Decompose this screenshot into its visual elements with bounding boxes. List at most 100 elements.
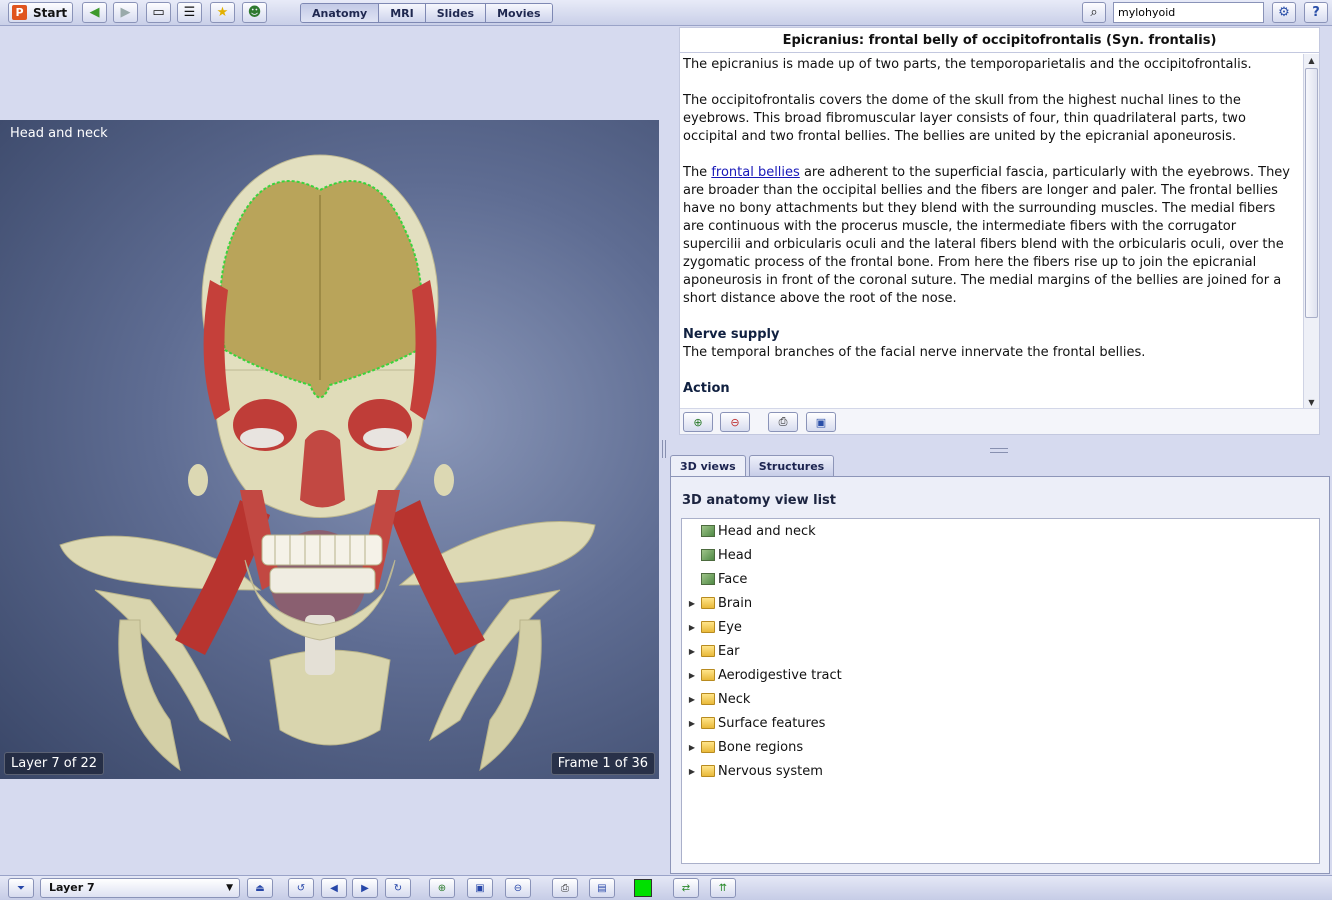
structure-description: The epicranius is made up of two parts, … [680, 54, 1304, 410]
arrow-right-icon: ▶ [361, 882, 369, 894]
list-item-label: Ear [718, 643, 740, 659]
search-button[interactable]: ⌕ [1082, 2, 1106, 23]
folder-icon [701, 645, 715, 657]
frontal-bellies-link[interactable]: frontal bellies [711, 165, 800, 180]
start-button[interactable]: P Start [8, 2, 73, 23]
layers-icon: ⏷ [17, 882, 25, 894]
scroll-up-icon[interactable]: ▲ [1304, 54, 1319, 68]
panel-tabs: 3D views Structures [670, 455, 835, 477]
fit-icon: ▣ [475, 882, 485, 894]
start-label: Start [33, 5, 68, 20]
action-heading: Action [683, 381, 730, 396]
previous-frame-button[interactable]: ◀ [321, 878, 347, 898]
tab-anatomy[interactable]: Anatomy [301, 4, 380, 22]
nerve-supply-text: The temporal branches of the facial nerv… [683, 345, 1146, 360]
swap-button[interactable]: ⇄ [673, 878, 699, 898]
tab-structures[interactable]: Structures [748, 455, 835, 476]
folder-icon [701, 693, 715, 705]
vertical-splitter-handle[interactable] [662, 440, 666, 458]
save-button[interactable]: ▤ [589, 878, 615, 898]
list-item[interactable]: ▶ Brain [686, 591, 752, 615]
zoom-out-button[interactable]: ⊖ [505, 878, 531, 898]
chevron-down-icon: ▼ [226, 883, 233, 893]
back-arrow-icon: ◀ [89, 5, 100, 20]
structure-title: Epicranius: frontal belly of occipitofro… [680, 28, 1319, 53]
view-list-heading: 3D anatomy view list [682, 493, 837, 508]
anatomy-model-image[interactable] [0, 120, 659, 779]
3d-view-icon [701, 525, 715, 537]
tab-slides[interactable]: Slides [425, 4, 487, 22]
list-item[interactable]: Face [686, 567, 747, 591]
expand-arrow-icon[interactable]: ▶ [686, 671, 698, 680]
list-item[interactable]: ▶ Bone regions [686, 735, 803, 759]
forward-button[interactable]: ▶ [113, 2, 138, 23]
text-span: are adherent to the superficial fascia, … [683, 165, 1290, 306]
save-text-button[interactable]: ▣ [806, 412, 836, 432]
expand-arrow-icon[interactable]: ▶ [686, 743, 698, 752]
layer-select-value: Layer 7 [49, 881, 95, 894]
search-input[interactable] [1113, 2, 1264, 23]
expand-arrow-icon[interactable]: ▶ [686, 599, 698, 608]
structure-info-panel: Epicranius: frontal belly of occipitofro… [679, 27, 1320, 435]
tab-3d-views[interactable]: 3D views [670, 455, 746, 477]
gear-icon: ⚙ [1278, 5, 1290, 20]
list-item[interactable]: ▶ Neck [686, 687, 750, 711]
fit-view-button[interactable]: ▣ [467, 878, 493, 898]
list-item[interactable]: ▶ Aerodigestive tract [686, 663, 842, 687]
open-folder-button[interactable]: ▭ [146, 2, 171, 23]
arrow-left-icon: ◀ [330, 882, 338, 894]
zoom-in-text-button[interactable]: ⊕ [683, 412, 713, 432]
app-logo-icon: P [12, 5, 27, 20]
tab-mri[interactable]: MRI [379, 4, 426, 22]
description-scrollbar[interactable]: ▲ ▼ [1303, 54, 1319, 410]
expand-arrow-icon[interactable]: ▶ [686, 767, 698, 776]
zoom-out-text-button[interactable]: ⊖ [720, 412, 750, 432]
list-item[interactable]: Head and neck [686, 519, 816, 543]
list-item[interactable]: ▶ Nervous system [686, 759, 823, 783]
zoom-in-button[interactable]: ⊕ [429, 878, 455, 898]
info-toolbar: ⊕ ⊖ ⎙ ▣ [680, 408, 1319, 434]
list-item[interactable]: Head [686, 543, 752, 567]
printer-icon: ⎙ [561, 882, 569, 894]
description-paragraph: The frontal bellies are adherent to the … [683, 164, 1296, 308]
bottom-toolbar: ⏷ Layer 7 ▼ ⏏ ↺ ◀ ▶ ↻ ⊕ ▣ ⊖ ⎙ ▤ ⇄ ⇈ [0, 875, 1332, 900]
list-item-label: Face [718, 571, 748, 587]
layer-select[interactable]: Layer 7 ▼ [40, 878, 240, 898]
expand-arrow-icon[interactable]: ▶ [686, 623, 698, 632]
tab-movies[interactable]: Movies [486, 4, 552, 22]
eject-button[interactable]: ⏏ [247, 878, 273, 898]
list-item-label: Head [718, 547, 752, 563]
anatomy-home-button[interactable]: ☻ [242, 2, 267, 23]
back-button[interactable]: ◀ [82, 2, 107, 23]
list-item-label: Bone regions [718, 739, 804, 755]
expand-arrow-icon[interactable]: ▶ [686, 647, 698, 656]
favorites-button[interactable]: ★ [210, 2, 235, 23]
settings-button[interactable]: ⚙ [1272, 2, 1296, 23]
expand-arrow-icon[interactable]: ▶ [686, 695, 698, 704]
next-frame-button[interactable]: ▶ [352, 878, 378, 898]
layer-menu-button[interactable]: ⏷ [8, 878, 34, 898]
list-item-label: Eye [718, 619, 742, 635]
scroll-thumb[interactable] [1305, 68, 1318, 318]
list-item[interactable]: ▶ Surface features [686, 711, 825, 735]
forward-arrow-icon: ▶ [120, 5, 131, 20]
print-text-button[interactable]: ⎙ [768, 412, 798, 432]
save-icon: ▤ [597, 882, 607, 894]
zoom-in-icon: ⊕ [437, 882, 447, 894]
list-item[interactable]: ▶ Ear [686, 639, 740, 663]
star-icon: ★ [216, 5, 229, 20]
expand-arrow-icon[interactable]: ▶ [686, 719, 698, 728]
highlight-color-swatch[interactable] [634, 879, 652, 897]
rotate-left-button[interactable]: ↺ [288, 878, 314, 898]
print-button[interactable]: ⎙ [552, 878, 578, 898]
view-list-panel: 3D anatomy view list Head and neck Head … [670, 476, 1330, 874]
expand-layers-button[interactable]: ⇈ [710, 878, 736, 898]
list-item-label: Head and neck [718, 523, 816, 539]
list-button[interactable]: ☰ [177, 2, 202, 23]
horizontal-splitter-handle[interactable] [990, 448, 1008, 453]
frame-status: Frame 1 of 36 [550, 752, 655, 775]
list-item[interactable]: ▶ Eye [686, 615, 742, 639]
3d-viewer[interactable]: Head and neck Layer 7 of 22 Frame 1 of 3… [0, 120, 659, 779]
help-button[interactable]: ? [1304, 2, 1328, 23]
rotate-right-button[interactable]: ↻ [385, 878, 411, 898]
